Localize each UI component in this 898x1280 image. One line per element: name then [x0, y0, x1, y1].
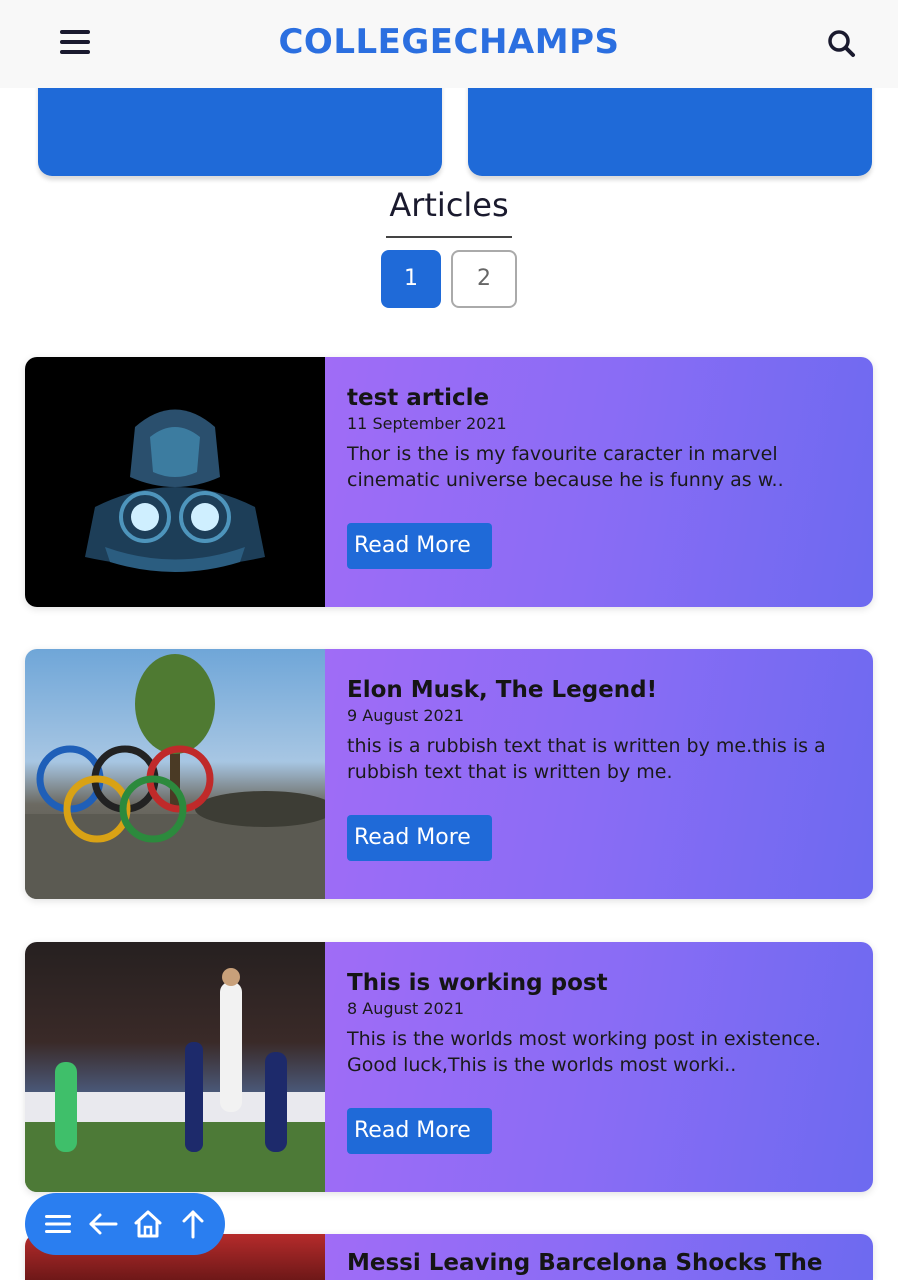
article-body: Messi Leaving Barcelona Shocks The: [325, 1234, 873, 1280]
back-arrow-icon[interactable]: [83, 1204, 123, 1244]
page-button-1[interactable]: 1: [381, 250, 441, 308]
read-more-button[interactable]: Read More: [347, 815, 492, 861]
article-body: Elon Musk, The Legend! 9 August 2021 thi…: [325, 649, 873, 899]
scroll-top-icon[interactable]: [173, 1204, 213, 1244]
article-title[interactable]: test article: [347, 383, 851, 413]
section-title: Articles: [389, 186, 509, 224]
article-body: test article 11 September 2021 Thor is t…: [325, 357, 873, 607]
article-title[interactable]: This is working post: [347, 968, 851, 998]
article-excerpt: This is the worlds most working post in …: [347, 1028, 822, 1076]
article-card[interactable]: test article 11 September 2021 Thor is t…: [25, 357, 873, 607]
article-excerpt: Thor is the is my favourite caracter in …: [347, 443, 784, 491]
menu-icon[interactable]: [38, 1204, 78, 1244]
read-more-button[interactable]: Read More: [347, 1108, 492, 1154]
page-button-2[interactable]: 2: [451, 250, 517, 308]
article-date: 9 August 2021: [347, 706, 465, 725]
article-date: 11 September 2021: [347, 414, 507, 433]
read-more-button[interactable]: Read More: [347, 523, 492, 569]
article-thumbnail[interactable]: [25, 649, 325, 899]
search-icon[interactable]: [826, 28, 858, 60]
article-body: This is working post 8 August 2021 This …: [325, 942, 873, 1192]
article-thumbnail[interactable]: [25, 942, 325, 1192]
article-title[interactable]: Messi Leaving Barcelona Shocks The: [347, 1248, 851, 1278]
site-brand[interactable]: COLLEGECHAMPS: [0, 22, 898, 62]
article-card[interactable]: Elon Musk, The Legend! 9 August 2021 thi…: [25, 649, 873, 899]
home-icon[interactable]: [128, 1204, 168, 1244]
section-title-underline: [386, 236, 512, 238]
article-card[interactable]: This is working post 8 August 2021 This …: [25, 942, 873, 1192]
article-date: 8 August 2021: [347, 999, 465, 1018]
article-excerpt: this is a rubbish text that is written b…: [347, 735, 826, 783]
site-header: COLLEGECHAMPS: [0, 0, 898, 88]
article-thumbnail[interactable]: [25, 357, 325, 607]
floating-nav-bar: [25, 1193, 225, 1255]
article-title[interactable]: Elon Musk, The Legend!: [347, 675, 851, 705]
